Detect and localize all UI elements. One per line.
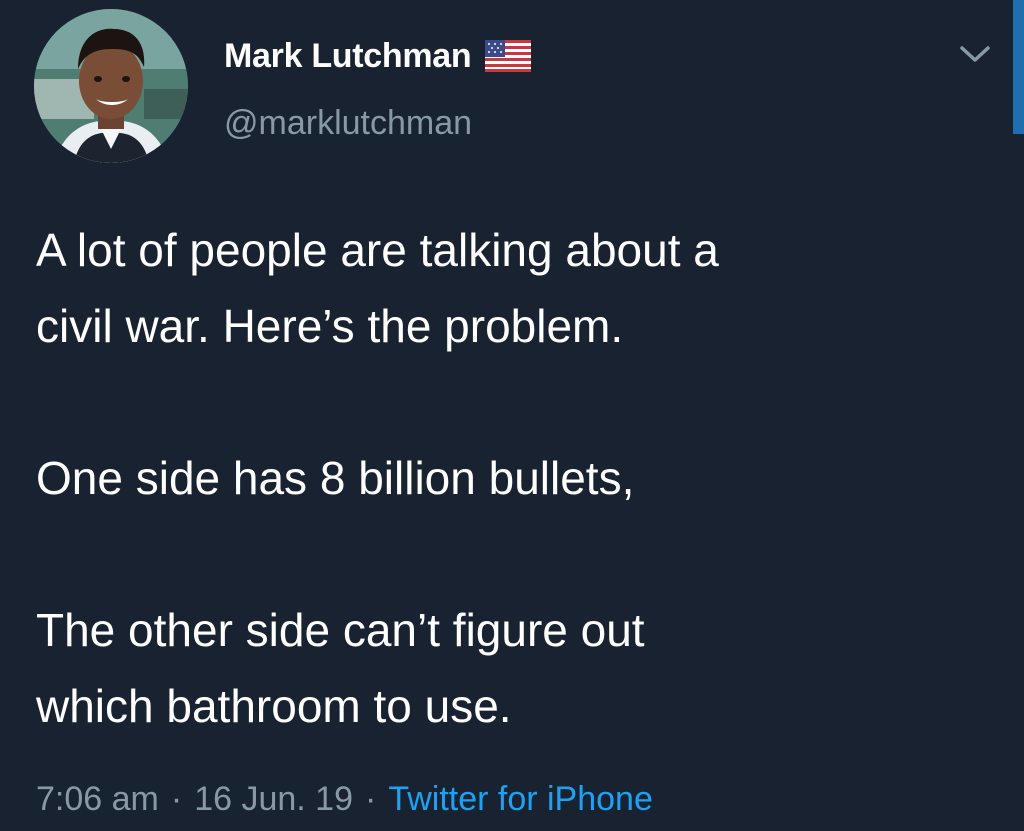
- tweet-meta: 7:06 am · 16 Jun. 19 · Twitter for iPhon…: [36, 775, 653, 823]
- tweet-date[interactable]: 16 Jun. 19: [194, 780, 353, 819]
- tweet-text: A lot of people are talking about a civi…: [36, 212, 996, 744]
- tweet-text-line: One side has 8 billion bullets,: [36, 452, 635, 504]
- tweet-text-line: The other side can’t figure out: [36, 604, 645, 656]
- tweet-text-line: which bathroom to use.: [36, 680, 512, 732]
- tweet-text-line: civil war. Here’s the problem.: [36, 300, 624, 352]
- author-name-row[interactable]: Mark Lutchman: [224, 34, 532, 78]
- tweet-text-line: A lot of people are talking about a: [36, 224, 719, 276]
- user-handle[interactable]: @marklutchman: [224, 104, 472, 143]
- scroll-indicator[interactable]: [1013, 0, 1024, 134]
- us-flag-icon: [485, 40, 532, 72]
- avatar[interactable]: [34, 9, 188, 163]
- tweet-source-link[interactable]: Twitter for iPhone: [388, 780, 653, 819]
- meta-separator: ·: [170, 779, 183, 818]
- display-name[interactable]: Mark Lutchman: [224, 37, 472, 76]
- tweet-time[interactable]: 7:06 am: [36, 780, 159, 819]
- meta-separator: ·: [364, 779, 377, 818]
- chevron-down-icon[interactable]: [956, 40, 994, 68]
